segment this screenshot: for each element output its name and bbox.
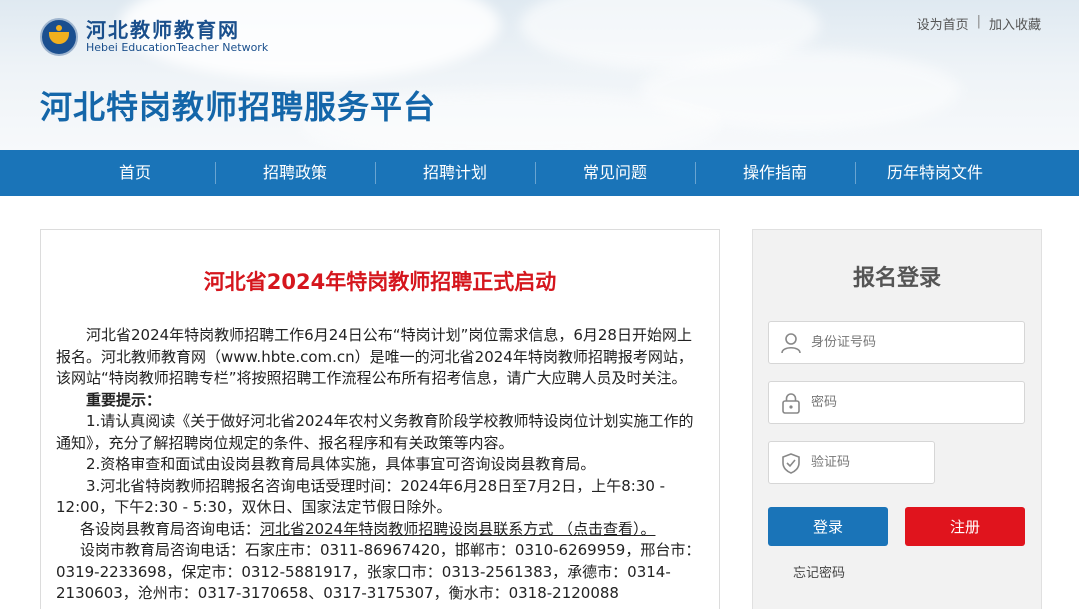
id-number-input[interactable] bbox=[811, 335, 991, 350]
nav-item-faq[interactable]: 常见问题 bbox=[535, 150, 695, 196]
county-contacts: 各设岗县教育局咨询电话：河北省2024年特岗教师招聘设岗县联系方式 （点击查看）… bbox=[56, 519, 702, 541]
site-header: 河北教师教育网 Hebei EducationTeacher Network 设… bbox=[0, 0, 1079, 150]
set-homepage-link[interactable]: 设为首页 bbox=[917, 14, 969, 33]
login-title: 报名登录 bbox=[852, 266, 941, 291]
county-contacts-label: 各设岗县教育局咨询电话： bbox=[80, 519, 261, 538]
city-phones: 设岗市教育局咨询电话：石家庄市：0311-86967420，邯郸市：0310-6… bbox=[56, 541, 701, 602]
shield-check-icon bbox=[779, 451, 803, 475]
id-number-field[interactable] bbox=[768, 321, 1025, 364]
logo-english-name: Hebei EducationTeacher Network bbox=[86, 41, 269, 54]
notice-heading: 重要提示： bbox=[86, 390, 162, 409]
nav-item-home[interactable]: 首页 bbox=[55, 150, 215, 196]
county-contacts-link[interactable]: 河北省2024年特岗教师招聘设岗县联系方式 （点击查看）。 bbox=[260, 520, 655, 538]
login-button[interactable]: 登录 bbox=[768, 507, 888, 546]
article-title: 河北省2024年特岗教师招聘正式启动 bbox=[203, 270, 557, 294]
article-body: 河北省2024年特岗教师招聘工作6月24日公布“特岗计划”岗位需求信息，6月28… bbox=[56, 325, 702, 605]
notice-item-1: 1.请认真阅读《关于做好河北省2024年农村义务教育阶段学校教师特设岗位计划实施… bbox=[56, 412, 694, 452]
nav-item-guide[interactable]: 操作指南 bbox=[695, 150, 855, 196]
top-link-separator: | bbox=[976, 14, 981, 29]
notice-item-3: 3.河北省特岗教师招聘报名咨询电话受理时间：2024年6月28日至7月2日，上午… bbox=[56, 476, 666, 517]
logo-chinese-name: 河北教师教育网 bbox=[86, 18, 240, 42]
password-input[interactable] bbox=[811, 395, 991, 410]
login-panel: 报名登录 登录 注册 忘记密码 bbox=[752, 229, 1042, 609]
captcha-field[interactable] bbox=[768, 441, 935, 484]
site-logo[interactable]: 河北教师教育网 Hebei EducationTeacher Network bbox=[40, 16, 268, 58]
article-intro: 河北省2024年特岗教师招聘工作6月24日公布“特岗计划”岗位需求信息，6月28… bbox=[56, 326, 693, 387]
main-nav: 首页 招聘政策 招聘计划 常见问题 操作指南 历年特岗文件 bbox=[0, 150, 1079, 196]
logo-emblem-icon bbox=[40, 18, 78, 56]
top-links: 设为首页 | 加入收藏 bbox=[917, 14, 1041, 33]
user-icon bbox=[779, 331, 803, 355]
nav-item-plan[interactable]: 招聘计划 bbox=[375, 150, 535, 196]
platform-title: 河北特岗教师招聘服务平台 bbox=[40, 88, 437, 126]
notice-item-2: 2.资格审查和面试由设岗县教育局具体实施，具体事宜可咨询设岗县教育局。 bbox=[86, 455, 596, 473]
lock-icon bbox=[779, 391, 803, 415]
password-field[interactable] bbox=[768, 381, 1025, 424]
captcha-input[interactable] bbox=[811, 455, 921, 470]
nav-item-archive[interactable]: 历年特岗文件 bbox=[855, 150, 1015, 196]
add-favorite-link[interactable]: 加入收藏 bbox=[989, 14, 1041, 33]
register-button[interactable]: 注册 bbox=[905, 507, 1025, 546]
forgot-password-link[interactable]: 忘记密码 bbox=[793, 562, 845, 581]
announcement-panel: 河北省2024年特岗教师招聘正式启动 河北省2024年特岗教师招聘工作6月24日… bbox=[40, 229, 720, 609]
nav-item-policy[interactable]: 招聘政策 bbox=[215, 150, 375, 196]
